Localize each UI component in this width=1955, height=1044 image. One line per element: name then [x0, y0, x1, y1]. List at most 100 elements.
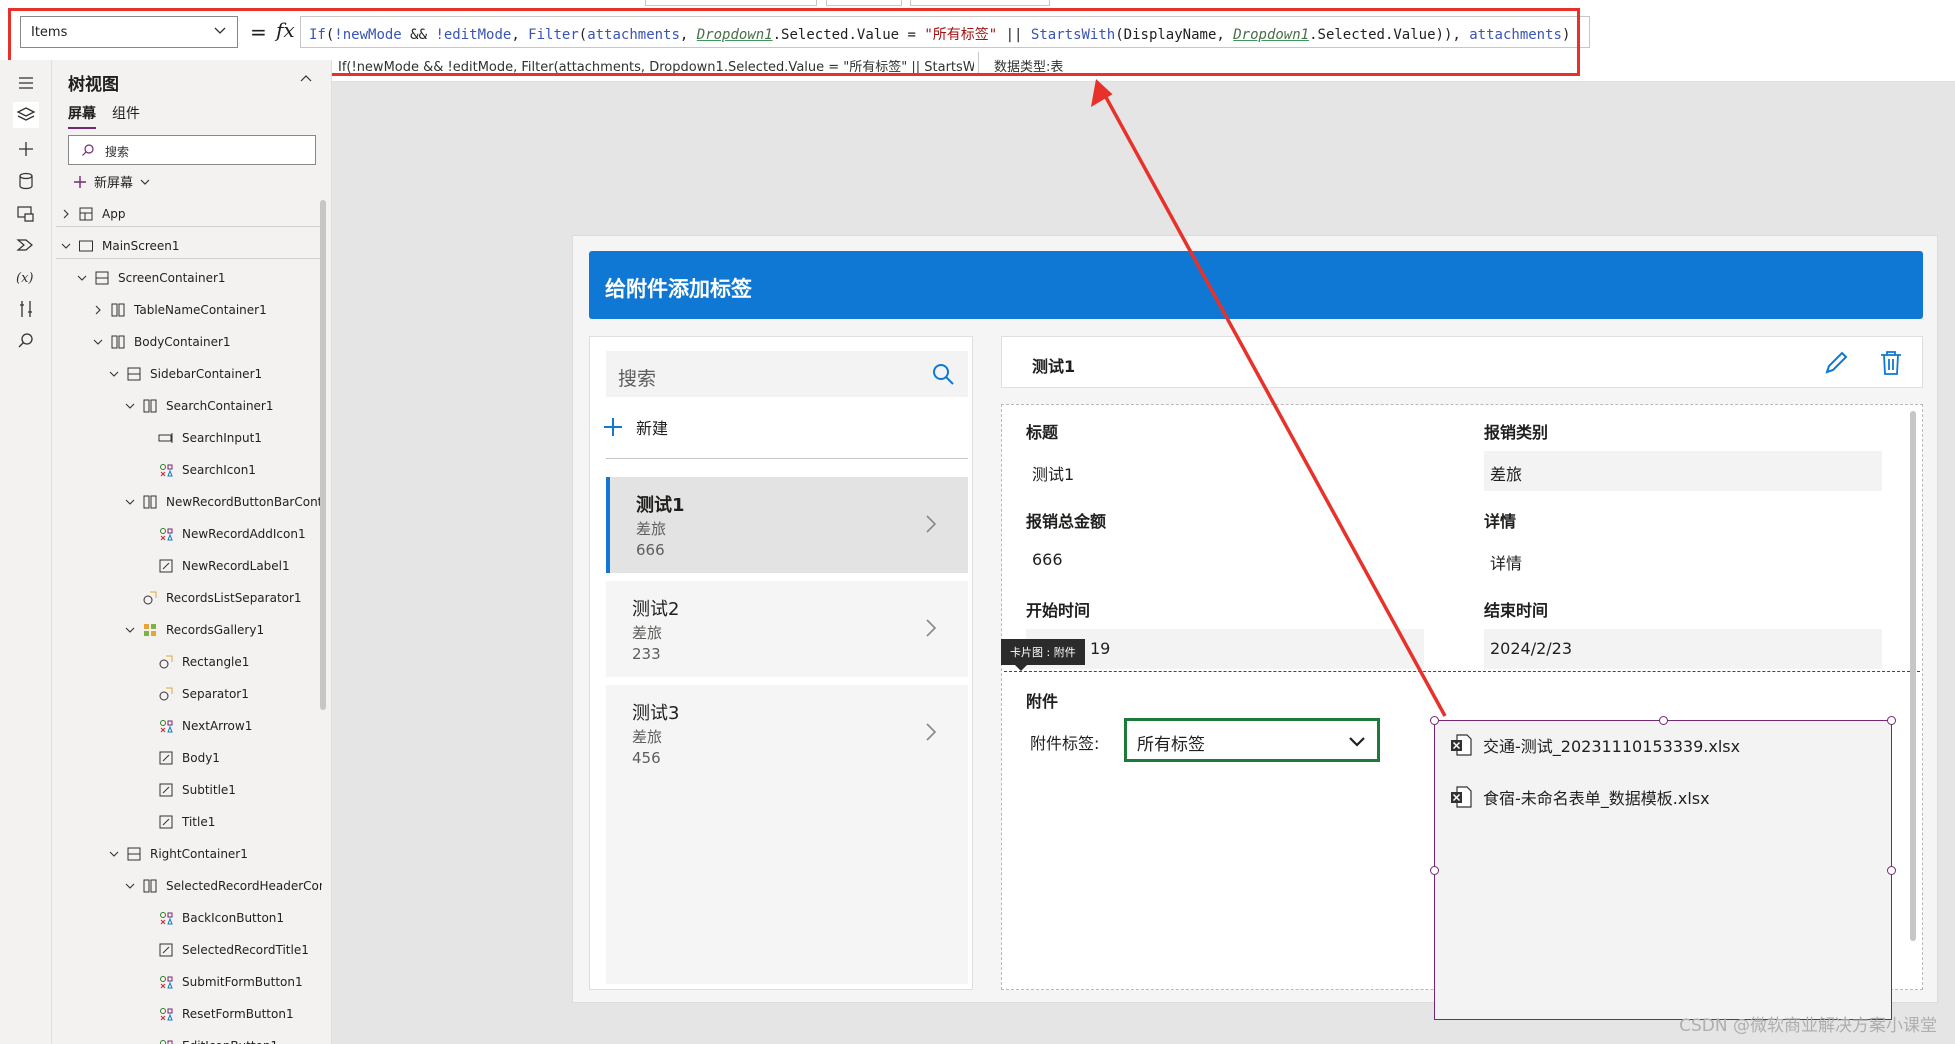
resize-handle[interactable]: [1430, 716, 1439, 725]
tree-item[interactable]: Body1: [52, 742, 322, 774]
tree-item[interactable]: RecordsListSeparator1: [52, 582, 322, 614]
database-icon[interactable]: [13, 168, 39, 194]
tree-item-label: SearchInput1: [182, 431, 262, 445]
tree-item[interactable]: TableNameContainer1: [52, 294, 322, 326]
toolbar-tab[interactable]: [910, 0, 1050, 6]
start-time-value[interactable]: 19: [1026, 629, 1424, 669]
tab-screens[interactable]: 屏幕: [68, 103, 96, 129]
chevron-down-icon[interactable]: [124, 624, 136, 636]
tree-item[interactable]: RecordsGallery1: [52, 614, 322, 646]
resize-handle[interactable]: [1430, 866, 1439, 875]
new-record-button[interactable]: 新建: [602, 415, 668, 439]
iconctl-icon: [160, 720, 173, 733]
tree-item[interactable]: SidebarContainer1: [52, 358, 322, 390]
chevron-down-icon[interactable]: [124, 496, 136, 508]
attachment-name: 食宿-未命名表单_数据模板.xlsx: [1483, 789, 1710, 808]
amount-label: 报销总金额: [1026, 512, 1107, 531]
search-icon[interactable]: [13, 328, 39, 354]
tree-item[interactable]: SubmitFormButton1: [52, 966, 322, 998]
tree-item-label: Body1: [182, 751, 220, 765]
record-search-input[interactable]: 搜索: [606, 351, 968, 397]
tree-scrollbar[interactable]: [320, 200, 326, 710]
formula-preview[interactable]: If(!newMode && !editMode, Filter(attachm…: [314, 56, 974, 75]
end-time-label: 结束时间: [1484, 601, 1549, 620]
property-dropdown[interactable]: Items: [20, 16, 238, 48]
end-time-value[interactable]: 2024/2/23: [1484, 629, 1882, 669]
power-automate-icon[interactable]: [13, 232, 39, 258]
tree-item[interactable]: ResetFormButton1: [52, 998, 322, 1030]
tree-item[interactable]: EditIconButton1: [52, 1030, 322, 1044]
tree-item-label: SearchContainer1: [166, 399, 274, 413]
chevron-down-icon[interactable]: [60, 240, 72, 252]
tab-components[interactable]: 组件: [112, 103, 140, 123]
chevron-down-icon[interactable]: [108, 368, 120, 380]
amount-value[interactable]: 666: [1026, 540, 1424, 580]
tree-item[interactable]: NewRecordButtonBarConta: [52, 486, 322, 518]
toolbar-tab[interactable]: [826, 0, 902, 6]
formula-token: ||: [997, 27, 1031, 43]
tree-item[interactable]: Separator1: [52, 678, 322, 710]
collapse-icon[interactable]: [299, 72, 313, 86]
tree-item[interactable]: Subtitle1: [52, 774, 322, 806]
attachment-item[interactable]: 交通-测试_20231110153339.xlsx: [1449, 733, 1740, 757]
resize-handle[interactable]: [1887, 866, 1896, 875]
tree-item[interactable]: SelectedRecordTitle1: [52, 934, 322, 966]
tree-item[interactable]: BackIconButton1: [52, 902, 322, 934]
tree-item[interactable]: NewRecordAddIcon1: [52, 518, 322, 550]
tree-item[interactable]: SearchInput1: [52, 422, 322, 454]
tree-view-title: 树视图: [68, 75, 119, 95]
record-item[interactable]: 测试2 差旅 233: [606, 581, 968, 677]
selected-record-title: 测试1: [1032, 357, 1076, 376]
chevron-right-icon[interactable]: [924, 513, 938, 535]
chevron-right-icon[interactable]: [60, 208, 72, 220]
tree-item-label: SelectedRecordHeaderCon: [166, 879, 322, 893]
title-value[interactable]: 测试1: [1026, 451, 1424, 491]
chevron-right-icon[interactable]: [92, 304, 104, 316]
hamburger-icon[interactable]: [13, 70, 39, 96]
edit-icon[interactable]: [1822, 349, 1850, 377]
trash-icon[interactable]: [1878, 349, 1904, 377]
plus-icon[interactable]: [13, 136, 39, 162]
chevron-down-icon[interactable]: [108, 848, 120, 860]
left-icon-rail: (x): [0, 60, 52, 1044]
tree-item[interactable]: ScreenContainer1: [52, 262, 322, 294]
media-icon[interactable]: [13, 200, 39, 226]
layers-icon[interactable]: [13, 102, 39, 128]
formula-input[interactable]: If(!newMode && !editMode, Filter(attachm…: [300, 16, 1590, 48]
resize-handle[interactable]: [1659, 716, 1668, 725]
attachments-card[interactable]: 附件 附件标签: 所有标签 交通-测试_20231110153339.xlsx …: [1004, 671, 1920, 1020]
chevron-right-icon[interactable]: [924, 617, 938, 639]
tree-view-panel: 树视图 屏幕 组件 搜索 新屏幕 App MainScreen1 ScreenCon…: [52, 60, 332, 1044]
fx-icon[interactable]: fx: [276, 18, 295, 42]
tree-item[interactable]: SearchContainer1: [52, 390, 322, 422]
toolbar-tab[interactable]: [645, 0, 817, 6]
form-scrollbar[interactable]: [1910, 411, 1916, 941]
resize-handle[interactable]: [1887, 716, 1896, 725]
tree-item[interactable]: RightContainer1: [52, 838, 322, 870]
tools-icon[interactable]: [13, 296, 39, 322]
variables-icon[interactable]: (x): [13, 264, 39, 290]
chevron-down-icon[interactable]: [124, 880, 136, 892]
detail-value[interactable]: 详情: [1484, 540, 1882, 580]
chevron-down-icon[interactable]: [124, 400, 136, 412]
tree-item[interactable]: BodyContainer1: [52, 326, 322, 358]
attachments-gallery[interactable]: 交通-测试_20231110153339.xlsx 食宿-未命名表单_数据模板.…: [1430, 716, 1896, 1020]
tree-item[interactable]: Rectangle1: [52, 646, 322, 678]
tree-item[interactable]: NewRecordLabel1: [52, 550, 322, 582]
chevron-right-icon[interactable]: [924, 721, 938, 743]
search-icon[interactable]: [930, 361, 956, 387]
tree-item[interactable]: SelectedRecordHeaderCon: [52, 870, 322, 902]
tag-dropdown[interactable]: 所有标签: [1124, 718, 1380, 762]
category-value[interactable]: 差旅: [1484, 451, 1882, 491]
chevron-down-icon[interactable]: [92, 336, 104, 348]
tree-search-input[interactable]: 搜索: [68, 135, 316, 165]
chevron-down-icon[interactable]: [76, 272, 88, 284]
tree-item[interactable]: SearchIcon1: [52, 454, 322, 486]
tree-item[interactable]: NextArrow1: [52, 710, 322, 742]
new-screen-button[interactable]: 新屏幕: [72, 172, 151, 191]
record-item[interactable]: 测试1 差旅 666: [606, 477, 968, 573]
tree-item[interactable]: Title1: [52, 806, 322, 838]
attachment-item[interactable]: 食宿-未命名表单_数据模板.xlsx: [1449, 785, 1710, 809]
record-item[interactable]: 测试3 差旅 456: [606, 685, 968, 781]
hcontainer-icon: [127, 847, 141, 861]
